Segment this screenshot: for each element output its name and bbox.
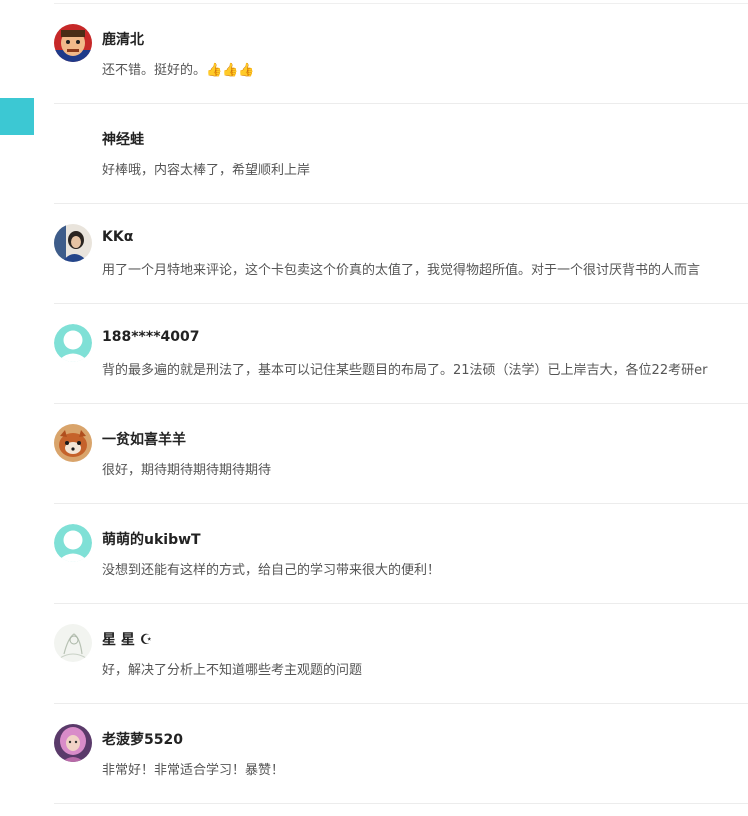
comment-body: 还不错。挺好的。: [102, 63, 207, 78]
comment-item: 老菠萝5520 非常好！非常适合学习！暴赞！: [54, 704, 748, 804]
pink-hair-avatar[interactable]: [54, 724, 92, 762]
red-panda-avatar[interactable]: [54, 424, 92, 462]
sketch-avatar[interactable]: [54, 624, 92, 662]
thumbs-up-icon: 👍👍👍: [206, 63, 255, 78]
comment-author[interactable]: 鹿清北: [102, 29, 144, 49]
comment-author[interactable]: 星 星 ☪: [102, 629, 152, 649]
comment-text: 还不错。挺好的。👍👍👍: [102, 59, 748, 78]
comment-text: 背的最多遍的就是刑法了，基本可以记住某些题目的布局了。21法硕（法学）已上岸吉大…: [102, 363, 708, 378]
photo-avatar[interactable]: [54, 224, 92, 262]
comment-author[interactable]: KKα: [102, 229, 133, 245]
side-tab[interactable]: [0, 98, 34, 135]
comment-text: 非常好！非常适合学习！暴赞！: [102, 763, 285, 778]
comment-text: 好棒哦，内容太棒了，希望顺利上岸: [102, 163, 311, 178]
default-user-avatar[interactable]: [54, 524, 92, 562]
comment-text: 很好，期待期待期待期待期待: [102, 463, 272, 478]
comment-item: 一贫如喜羊羊 很好，期待期待期待期待期待: [54, 404, 748, 504]
comment-item: 神经蛙 好棒哦，内容太棒了，希望顺利上岸: [54, 104, 748, 204]
comment-item: 188****4007 背的最多遍的就是刑法了，基本可以记住某些题目的布局了。2…: [54, 304, 748, 404]
default-user-avatar[interactable]: [54, 324, 92, 362]
comment-item: 星 星 ☪ 好，解决了分析上不知道哪些考主观题的问题: [54, 604, 748, 704]
comment-text: 用了一个月特地来评论，这个卡包卖这个价真的太值了，我觉得物超所值。对于一个很讨厌…: [102, 263, 701, 278]
comment-text: 好，解决了分析上不知道哪些考主观题的问题: [102, 663, 363, 678]
comment-author[interactable]: 神经蛙: [102, 129, 144, 149]
comment-item: KKα 用了一个月特地来评论，这个卡包卖这个价真的太值了，我觉得物超所值。对于一…: [54, 204, 748, 304]
comment-author[interactable]: 萌萌的ukibwT: [102, 529, 201, 549]
comment-text: 没想到还能有这样的方式，给自己的学习带来很大的便利！: [102, 563, 441, 578]
comment-author[interactable]: 一贫如喜羊羊: [102, 429, 186, 449]
comment-author[interactable]: 188****4007: [102, 329, 199, 345]
comment-item: 萌萌的ukibwT 没想到还能有这样的方式，给自己的学习带来很大的便利！: [54, 504, 748, 604]
comment-author[interactable]: 老菠萝5520: [102, 729, 183, 749]
comment-list: 鹿清北 还不错。挺好的。👍👍👍 神经蛙 好棒哦，内容太棒了，希望顺利上岸 KKα…: [54, 3, 748, 804]
comment-item: 鹿清北 还不错。挺好的。👍👍👍: [54, 4, 748, 104]
cartoon-face-avatar[interactable]: [54, 24, 92, 62]
